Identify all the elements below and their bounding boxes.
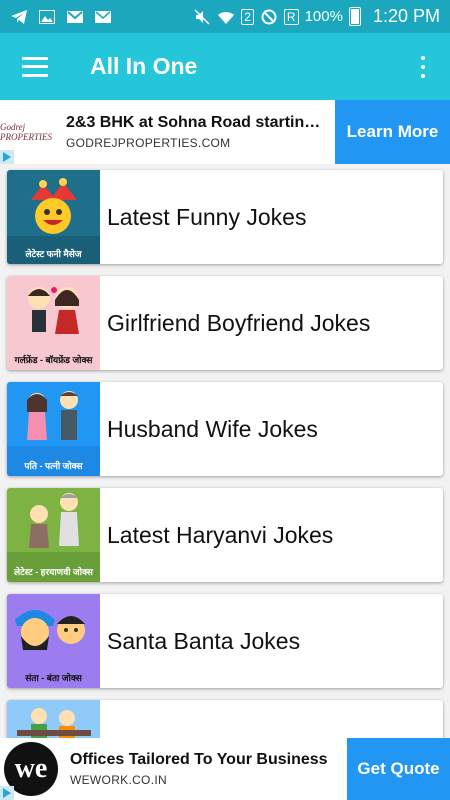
category-title: Latest Haryanvi Jokes [107, 521, 334, 548]
email-icon [94, 9, 112, 25]
thumb-label: संता - बंता जोक्स [25, 673, 82, 683]
couple-icon: गर्लफ्रेंड - बॉयफ्रेंड जोक्स [7, 276, 100, 370]
category-card-husband-wife[interactable]: पति - पत्नी जोक्स Husband Wife Jokes [7, 382, 443, 476]
ad-choices-icon[interactable] [0, 786, 14, 800]
category-card-funny[interactable]: लेटेस्ट फनी मैसेज Latest Funny Jokes [7, 170, 443, 264]
menu-icon[interactable] [22, 56, 48, 77]
category-card-santa-banta[interactable]: संता - बंता जोक्स Santa Banta Jokes [7, 594, 443, 688]
thumb-label: गर्लफ्रेंड - बॉयफ्रेंड जोक्स [14, 355, 93, 365]
category-card-girlfriend-boyfriend[interactable]: गर्लफ्रेंड - बॉयफ्रेंड जोक्स Girlfriend … [7, 276, 443, 370]
category-title: Latest Funny Jokes [107, 203, 307, 230]
bottom-banner-ad[interactable]: we Offices Tailored To Your Business WEW… [0, 738, 450, 800]
ad-choices-icon[interactable] [0, 150, 14, 164]
top-banner-ad[interactable]: Godrej PROPERTIES 2&3 BHK at Sohna Road … [0, 100, 450, 164]
category-card-partial[interactable] [7, 700, 443, 738]
ad-headline: Offices Tailored To Your Business [70, 751, 328, 768]
roaming-badge: R [283, 8, 299, 25]
ad-url: GODREJPROPERTIES.COM [66, 136, 231, 150]
husband-wife-icon: पति - पत्नी जोक्स [7, 382, 100, 476]
overflow-menu-icon[interactable] [420, 55, 426, 78]
category-card-haryanvi[interactable]: लेटेस्ट - हरयाणवी जोक्स Latest Haryanvi … [7, 488, 443, 582]
category-title: Girlfriend Boyfriend Jokes [107, 309, 371, 336]
category-list[interactable]: लेटेस्ट फनी मैसेज Latest Funny Jokes गर्… [0, 164, 450, 738]
thumb-label: पति - पत्नी जोक्स [24, 461, 83, 471]
gallery-icon [38, 9, 56, 25]
status-bar: 2 R 100% 1:20 PM [0, 0, 450, 33]
gmail-icon [66, 9, 84, 25]
jester-smiley-icon: लेटेस्ट फनी मैसेज [7, 170, 100, 264]
battery-icon [348, 7, 361, 26]
app-bar: All In One [0, 33, 450, 100]
get-quote-button[interactable]: Get Quote [347, 738, 450, 800]
mute-icon [193, 8, 211, 25]
ad-url: WEWORK.CO.IN [70, 773, 167, 787]
wifi-icon [217, 9, 235, 25]
people-icon [7, 700, 100, 738]
telegram-icon [10, 9, 28, 25]
no-signal-icon [260, 9, 278, 25]
haryanvi-couple-icon: लेटेस्ट - हरयाणवी जोक्स [7, 488, 100, 582]
battery-percent: 100% [304, 8, 343, 25]
thumb-label: लेटेस्ट - हरयाणवी जोक्स [14, 567, 93, 577]
clock: 1:20 PM [372, 6, 440, 26]
category-title: Husband Wife Jokes [107, 415, 318, 442]
category-title: Santa Banta Jokes [107, 627, 301, 654]
ad-headline: 2&3 BHK at Sohna Road startin… [66, 114, 321, 131]
santa-banta-icon: संता - बंता जोक्स [7, 594, 100, 688]
app-title: All In One [90, 53, 198, 79]
learn-more-button[interactable]: Learn More [335, 100, 450, 164]
thumb-label: लेटेस्ट फनी मैसेज [25, 249, 82, 259]
sim-badge: 2 [241, 8, 254, 25]
